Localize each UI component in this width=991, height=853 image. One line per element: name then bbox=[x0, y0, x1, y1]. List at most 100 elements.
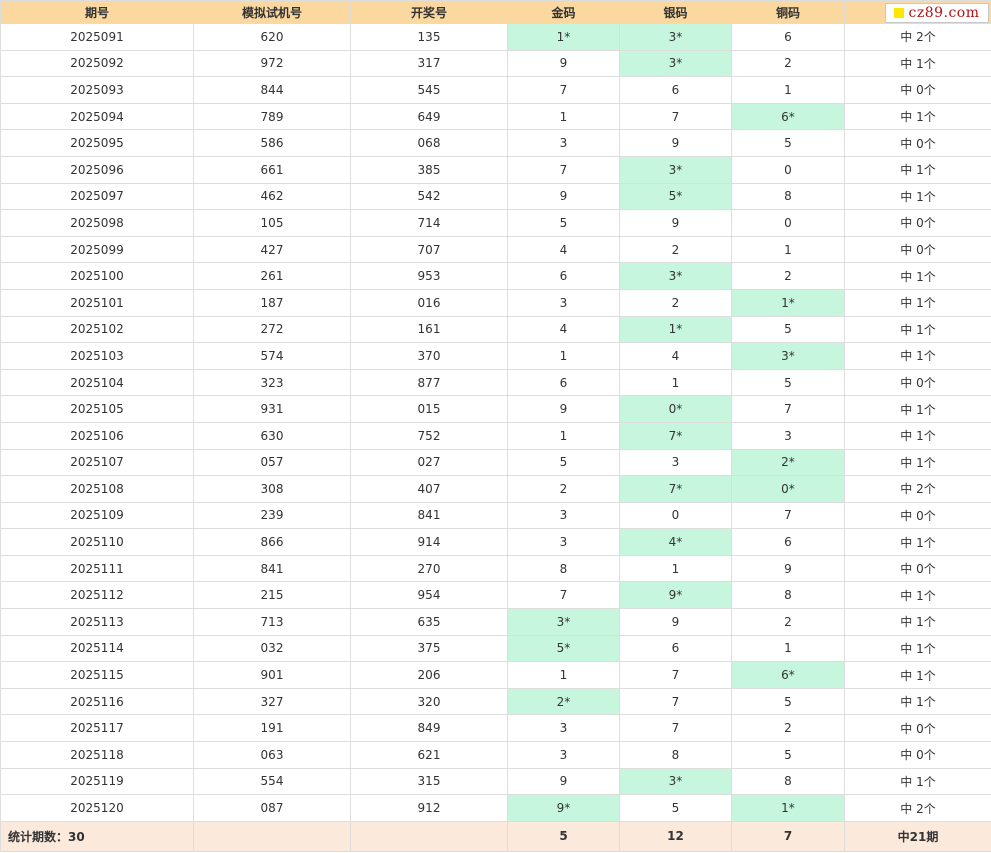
table-row: 2025120 087 912 9* 5 1* 中 2个 bbox=[0, 794, 991, 822]
bronze-cell: 7 bbox=[731, 501, 845, 530]
logo-text: cz89.com bbox=[908, 5, 980, 21]
bronze-cell: 1 bbox=[731, 235, 845, 264]
summary-silver-total: 12 bbox=[619, 820, 732, 852]
draw-number-cell: 068 bbox=[350, 129, 508, 157]
table-row: 2025110 866 914 3 4* 6 中 1个 bbox=[0, 528, 991, 556]
table-row: 2025099 427 707 4 2 1 中 0个 bbox=[0, 235, 991, 264]
gold-cell: 9 bbox=[507, 49, 620, 78]
silver-cell: 3* bbox=[619, 23, 732, 51]
period-cell: 2025106 bbox=[0, 421, 194, 450]
draw-number-cell: 621 bbox=[350, 741, 508, 769]
header-row: 期号 模拟试机号 开奖号 金码 银码 铜码 cz89.com bbox=[0, 0, 991, 24]
draw-number-cell: 016 bbox=[350, 288, 508, 317]
table-row: 2025103 574 370 1 4 3* 中 1个 bbox=[0, 342, 991, 370]
sim-number-cell: 323 bbox=[193, 368, 351, 397]
gold-cell: 3 bbox=[507, 501, 620, 530]
bronze-cell: 2 bbox=[731, 49, 845, 78]
table-row: 2025114 032 375 5* 6 1 中 1个 bbox=[0, 634, 991, 663]
table-row: 2025106 630 752 1 7* 3 中 1个 bbox=[0, 421, 991, 450]
draw-number-cell: 206 bbox=[350, 661, 508, 689]
site-logo[interactable]: cz89.com bbox=[885, 3, 989, 23]
table-body: 2025091 620 135 1* 3* 6 中 2个 2025092 972 317 9 3* 2 中… bbox=[0, 23, 991, 822]
result-cell: 中 1个 bbox=[844, 528, 991, 556]
gold-cell: 7 bbox=[507, 581, 620, 610]
gold-cell: 1 bbox=[507, 421, 620, 450]
period-cell: 2025116 bbox=[0, 687, 194, 716]
draw-number-cell: 841 bbox=[350, 501, 508, 530]
table-row: 2025096 661 385 7 3* 0 中 1个 bbox=[0, 155, 991, 184]
silver-cell: 5 bbox=[619, 794, 732, 822]
period-cell: 2025100 bbox=[0, 262, 194, 290]
period-cell: 2025091 bbox=[0, 23, 194, 51]
draw-number-cell: 320 bbox=[350, 687, 508, 716]
period-cell: 2025103 bbox=[0, 342, 194, 370]
gold-cell: 3 bbox=[507, 528, 620, 556]
bronze-cell: 5 bbox=[731, 741, 845, 769]
draw-number-cell: 649 bbox=[350, 102, 508, 131]
bronze-cell: 6 bbox=[731, 23, 845, 51]
draw-number-cell: 635 bbox=[350, 608, 508, 636]
silver-cell: 2 bbox=[619, 288, 732, 317]
bronze-cell: 2* bbox=[731, 448, 845, 477]
period-cell: 2025111 bbox=[0, 554, 194, 583]
draw-number-cell: 317 bbox=[350, 49, 508, 78]
period-cell: 2025112 bbox=[0, 581, 194, 610]
period-cell: 2025110 bbox=[0, 528, 194, 556]
bronze-cell: 6* bbox=[731, 661, 845, 689]
bronze-cell: 8 bbox=[731, 182, 845, 211]
silver-cell: 2 bbox=[619, 235, 732, 264]
bronze-cell: 5 bbox=[731, 315, 845, 344]
sim-number-cell: 427 bbox=[193, 235, 351, 264]
silver-cell: 7 bbox=[619, 687, 732, 716]
silver-cell: 7 bbox=[619, 102, 732, 131]
result-cell: 中 0个 bbox=[844, 235, 991, 264]
header-period: 期号 bbox=[0, 0, 194, 24]
period-cell: 2025113 bbox=[0, 608, 194, 636]
table-row: 2025094 789 649 1 7 6* 中 1个 bbox=[0, 102, 991, 131]
period-cell: 2025094 bbox=[0, 102, 194, 131]
header-gold: 金码 bbox=[507, 0, 620, 24]
sim-number-cell: 261 bbox=[193, 262, 351, 290]
period-cell: 2025114 bbox=[0, 634, 194, 663]
result-cell: 中 0个 bbox=[844, 501, 991, 530]
silver-cell: 6 bbox=[619, 76, 732, 104]
draw-number-cell: 407 bbox=[350, 475, 508, 503]
table-row: 2025112 215 954 7 9* 8 中 1个 bbox=[0, 581, 991, 610]
silver-cell: 0* bbox=[619, 395, 732, 423]
result-cell: 中 1个 bbox=[844, 49, 991, 78]
sim-number-cell: 574 bbox=[193, 342, 351, 370]
summary-row: 统计期数：30 5 12 7 中21期 bbox=[0, 820, 991, 852]
result-cell: 中 1个 bbox=[844, 687, 991, 716]
period-cell: 2025119 bbox=[0, 767, 194, 796]
period-cell: 2025120 bbox=[0, 794, 194, 822]
silver-cell: 7* bbox=[619, 475, 732, 503]
silver-cell: 1 bbox=[619, 554, 732, 583]
silver-cell: 3* bbox=[619, 767, 732, 796]
bronze-cell: 5 bbox=[731, 368, 845, 397]
bronze-cell: 8 bbox=[731, 767, 845, 796]
result-cell: 中 1个 bbox=[844, 155, 991, 184]
sim-number-cell: 191 bbox=[193, 714, 351, 743]
bronze-cell: 0 bbox=[731, 155, 845, 184]
bronze-cell: 2 bbox=[731, 714, 845, 743]
table-row: 2025095 586 068 3 9 5 中 0个 bbox=[0, 129, 991, 157]
gold-cell: 3 bbox=[507, 288, 620, 317]
header-logo-cell: cz89.com bbox=[844, 0, 991, 24]
sim-number-cell: 972 bbox=[193, 49, 351, 78]
gold-cell: 3* bbox=[507, 608, 620, 636]
summary-label: 统计期数：30 bbox=[0, 820, 194, 852]
bronze-cell: 0* bbox=[731, 475, 845, 503]
sim-number-cell: 105 bbox=[193, 209, 351, 237]
bronze-cell: 1 bbox=[731, 634, 845, 663]
silver-cell: 9 bbox=[619, 129, 732, 157]
sim-number-cell: 063 bbox=[193, 741, 351, 769]
header-silver: 银码 bbox=[619, 0, 732, 24]
period-cell: 2025101 bbox=[0, 288, 194, 317]
table-row: 2025102 272 161 4 1* 5 中 1个 bbox=[0, 315, 991, 344]
silver-cell: 3 bbox=[619, 448, 732, 477]
result-cell: 中 0个 bbox=[844, 741, 991, 769]
silver-cell: 9* bbox=[619, 581, 732, 610]
logo-square-icon bbox=[894, 8, 905, 18]
sim-number-cell: 789 bbox=[193, 102, 351, 131]
sim-number-cell: 554 bbox=[193, 767, 351, 796]
